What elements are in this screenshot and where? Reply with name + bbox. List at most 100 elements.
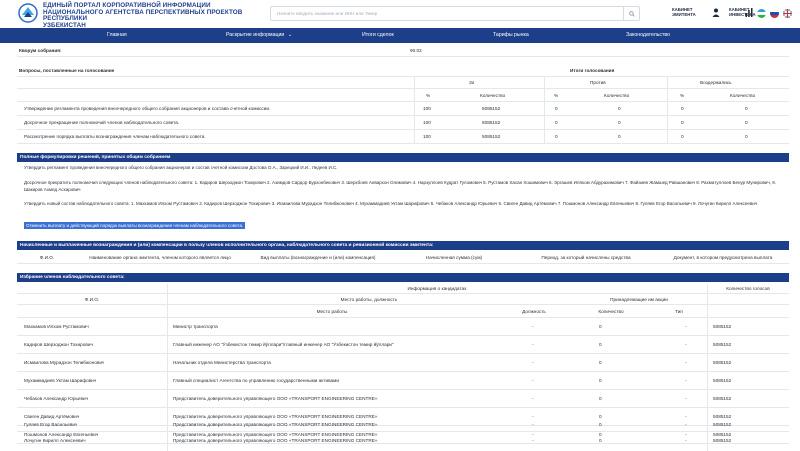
question-text: Досрочное прекращение полномочий членов … xyxy=(24,120,180,125)
work-place-header: Место работы xyxy=(316,309,348,314)
elected-title: Избрание членов наблюдательного совета: xyxy=(17,273,789,282)
member-position: - xyxy=(532,438,534,443)
user-icon[interactable] xyxy=(712,8,720,17)
voting-header-row: Вопросы, поставленные на голосование Ито… xyxy=(17,66,789,77)
table-row: Чебаков Александр Юрьевич Представитель … xyxy=(17,390,789,408)
questions-header: Вопросы, поставленные на голосование xyxy=(19,68,115,73)
divider xyxy=(544,77,545,144)
sub-qty-for: Количество xyxy=(480,93,506,98)
member-votes: 5085152 xyxy=(713,438,732,443)
member-qty: 0 xyxy=(599,438,602,443)
nav-tariffs[interactable]: Тарифы рынка xyxy=(493,32,529,38)
vote-qty-abst: 0 xyxy=(745,106,748,111)
main-nav: Главная Раскрытие информации ⌄ Итоги сде… xyxy=(0,28,800,43)
member-name: Гуляев Егор Васильевич xyxy=(24,422,78,427)
member-work: Главный специалист Агентства по управлен… xyxy=(173,378,339,383)
elected-header-row-3: Место работы Должность Количество Тип xyxy=(17,305,789,318)
flag-uz-icon[interactable] xyxy=(757,9,766,18)
flag-en-icon[interactable] xyxy=(783,9,792,18)
member-type: - xyxy=(685,396,687,401)
member-name: Махкамов Илхом Рустамович xyxy=(24,324,89,329)
table-row: Рассмотрение порядка выплаты вознагражде… xyxy=(17,130,789,144)
vote-pct-abst: 0 xyxy=(681,120,684,125)
voting-sub-row: % Количество % Количество % Количество xyxy=(17,89,789,102)
nav-home[interactable]: Главная xyxy=(107,32,127,38)
member-qty: 0 xyxy=(599,342,602,347)
vote-qty-for: 5085152 xyxy=(482,106,501,111)
sub-pct-for: % xyxy=(426,93,431,98)
question-text: Утверждение регламента проведения внеоче… xyxy=(24,106,271,111)
vote-pct-for: 100 xyxy=(423,120,431,125)
flag-ru-icon[interactable] xyxy=(770,9,779,18)
decision-text-4: Отменить выплату и действующий порядок в… xyxy=(24,222,246,229)
position-header: Должность xyxy=(522,309,546,314)
rem-col-organ: Наименование органа эмитента, членом кот… xyxy=(89,255,231,260)
vote-qty-for: 5085152 xyxy=(482,134,501,139)
vote-qty-against: 0 xyxy=(618,120,621,125)
vote-pct-against: 0 xyxy=(555,134,558,139)
table-row: Мухаммадиев Уктам Шарифович Главный спец… xyxy=(17,372,789,390)
member-work: Представитель доверительного управляющег… xyxy=(173,438,378,443)
member-qty: 0 xyxy=(599,360,602,365)
member-votes: 5085152 xyxy=(713,324,732,329)
member-votes: 5085152 xyxy=(713,342,732,347)
cabinet-issuer-link[interactable]: КАБИНЕТ ЭМИТЕНТА xyxy=(672,7,696,17)
member-name: Чебаков Александр Юрьевич xyxy=(24,396,89,401)
portal-title[interactable]: ЕДИНЫЙ ПОРТАЛ КОРПОРАТИВНОЙ ИНФОРМАЦИИ Н… xyxy=(43,2,253,29)
member-position: - xyxy=(532,422,534,427)
search-placeholder: Начните вводить название или ИНН или Тик… xyxy=(277,11,378,16)
group-for: За xyxy=(469,80,475,85)
voting-group-row: За Против Воздержались xyxy=(17,77,789,89)
shares-header: Принадлежащие им акции xyxy=(610,297,668,302)
remuneration-header-row: Ф.И.О. Наименование органа эмитента, чле… xyxy=(17,251,789,264)
member-name: Исмаилова Мурадхон Телибжонович xyxy=(24,360,105,365)
portal-logo-icon[interactable] xyxy=(18,3,38,23)
qty-header: Количество xyxy=(598,309,624,314)
decision-text-1: Утвердить регламент проведения внеочеред… xyxy=(24,165,338,170)
decision-text-4-row: Отменить выплату и действующий порядок в… xyxy=(24,222,784,230)
member-type: - xyxy=(685,378,687,383)
chevron-down-icon[interactable]: ⌄ xyxy=(288,32,292,38)
question-text: Рассмотрение порядка выплаты вознагражде… xyxy=(24,134,206,139)
rem-col-period: Период, за который начислены средства xyxy=(541,255,631,260)
nav-disclosure[interactable]: Раскрытие информации xyxy=(226,32,284,38)
rem-col-document: Документ, в котором предусмотрена выплат… xyxy=(673,255,773,260)
quorum-value: 90.02 xyxy=(410,48,422,53)
table-row: Утверждение регламента проведения внеоче… xyxy=(17,102,789,116)
vote-pct-against: 0 xyxy=(555,120,558,125)
member-type: - xyxy=(685,422,687,427)
nav-deals[interactable]: Итоги сделок xyxy=(362,32,394,38)
site-header: ЕДИНЫЙ ПОРТАЛ КОРПОРАТИВНОЙ ИНФОРМАЦИИ Н… xyxy=(0,0,800,28)
table-row: Кадиров Шерзоджон Тохирович Главный инже… xyxy=(17,336,789,354)
member-position: - xyxy=(532,342,534,347)
rem-col-type: Вид выплаты (вознаграждение и (или) комп… xyxy=(260,255,376,260)
work-header: Место работы, должность xyxy=(340,297,398,302)
vote-pct-for: 100 xyxy=(423,134,431,139)
type-header: Тип xyxy=(675,309,683,314)
member-votes: 5085152 xyxy=(713,422,732,427)
member-votes: 5085152 xyxy=(713,360,732,365)
member-votes: 5085152 xyxy=(713,378,732,383)
vote-pct-against: 0 xyxy=(555,106,558,111)
table-row: Лочугин Кирилл Алексеевич Представитель … xyxy=(17,434,789,448)
search-button[interactable] xyxy=(623,7,639,20)
member-votes: 5085152 xyxy=(713,396,732,401)
vote-pct-for: 100 xyxy=(423,106,431,111)
sub-qty-abst: Количество xyxy=(730,93,756,98)
vote-qty-abst: 0 xyxy=(745,120,748,125)
member-work: Представитель доверительного управляющег… xyxy=(173,422,378,427)
vote-qty-abst: 0 xyxy=(745,134,748,139)
quorum-row: Кворум собрания: 90.02 xyxy=(17,45,789,57)
sub-pct-against: % xyxy=(554,93,559,98)
member-type: - xyxy=(685,342,687,347)
vote-pct-abst: 0 xyxy=(681,106,684,111)
table-row: Досрочное прекращение полномочий членов … xyxy=(17,116,789,130)
search-input[interactable]: Начните вводить название или ИНН или Тик… xyxy=(270,6,640,21)
sub-qty-against: Количество xyxy=(604,93,630,98)
decisions-title: Полные формулировки решений, принятых об… xyxy=(17,153,789,162)
member-name: Лочугин Кирилл Алексеевич xyxy=(24,438,86,443)
member-name: Мухаммадиев Уктам Шарифович xyxy=(24,378,97,383)
chart-icon[interactable] xyxy=(745,8,753,17)
cabinet-issuer-label-2: ЭМИТЕНТА xyxy=(672,12,696,17)
nav-legislation[interactable]: Законодательство xyxy=(626,32,670,38)
